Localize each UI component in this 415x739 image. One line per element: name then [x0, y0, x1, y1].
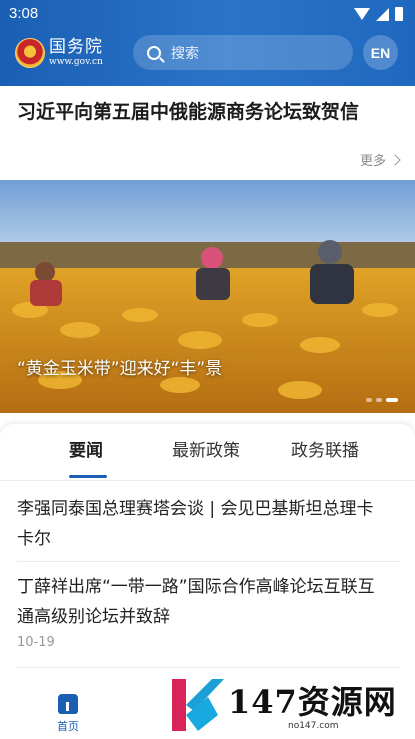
wifi-icon: [354, 8, 370, 20]
top-headline[interactable]: 习近平向第五届中俄能源商务论坛致贺信: [17, 99, 402, 125]
tab-government-broadcast[interactable]: 政务联播: [291, 436, 359, 461]
news-date: 10-19: [17, 635, 55, 650]
nav-home-label: 首页: [57, 720, 79, 733]
logo-text: 国务院 www.gov.cn: [49, 37, 103, 68]
carousel-dot: [376, 398, 382, 402]
tab-latest-policy[interactable]: 最新政策: [172, 436, 240, 461]
status-icons: [354, 7, 403, 21]
news-title-line: 丁薛祥出席“一带一路”国际合作高峰论坛互联互: [17, 577, 375, 597]
carousel-dot: [366, 398, 372, 402]
photo-banner[interactable]: “黄金玉米带”迎来好“丰”景: [0, 180, 415, 413]
language-toggle-button[interactable]: EN: [363, 35, 398, 70]
site-logo[interactable]: 国务院 www.gov.cn: [15, 37, 103, 68]
list-item[interactable]: 李强同泰国总理赛塔会谈 | 会见巴基斯坦总理卡 卡尔: [17, 494, 400, 554]
more-label: 更多: [359, 154, 386, 169]
watermark-text: 147资源网: [228, 683, 397, 721]
chevron-right-icon: [389, 153, 401, 166]
status-bar: 3:08: [0, 0, 415, 30]
news-title-line: 卡尔: [17, 529, 51, 549]
logo-name: 国务院: [49, 37, 103, 57]
more-link[interactable]: 更多: [359, 150, 401, 169]
search-icon: [147, 45, 161, 60]
battery-icon: [395, 7, 403, 21]
banner-caption: “黄金玉米带”迎来好“丰”景: [17, 359, 223, 379]
logo-url: www.gov.cn: [49, 57, 103, 67]
app-header: 3:08 国务院 www.gov.cn 搜索 EN: [0, 0, 415, 86]
signal-icon: [376, 7, 389, 21]
news-divider: [17, 561, 400, 562]
news-divider: [17, 667, 400, 668]
status-time: 3:08: [9, 5, 39, 22]
watermark-sub: no147.com: [288, 721, 339, 731]
search-placeholder: 搜索: [171, 45, 199, 62]
news-panel: 要闻 最新政策 政务联播 李强同泰国总理赛塔会谈 | 会见巴基斯坦总理卡 卡尔 …: [0, 424, 415, 694]
national-emblem-icon: [15, 37, 45, 68]
search-input[interactable]: 搜索: [133, 35, 353, 70]
active-tab-indicator: [69, 475, 107, 478]
list-item[interactable]: 丁薛祥出席“一带一路”国际合作高峰论坛互联互 通高级别论坛并致辞: [17, 572, 400, 632]
news-title-line: 李强同泰国总理赛塔会谈 | 会见巴基斯坦总理卡: [17, 499, 374, 519]
tabs-divider: [0, 480, 415, 481]
news-title-line: 通高级别论坛并致辞: [17, 607, 170, 627]
carousel-dot-active: [386, 398, 398, 402]
site-watermark: 147资源网 no147.com: [166, 673, 415, 739]
carousel-indicator: [366, 398, 398, 402]
watermark-logo-icon: [172, 679, 224, 731]
home-icon: [58, 694, 78, 714]
tab-headlines[interactable]: 要闻: [69, 436, 103, 461]
news-tabs: 要闻 最新政策 政务联播: [0, 436, 415, 480]
